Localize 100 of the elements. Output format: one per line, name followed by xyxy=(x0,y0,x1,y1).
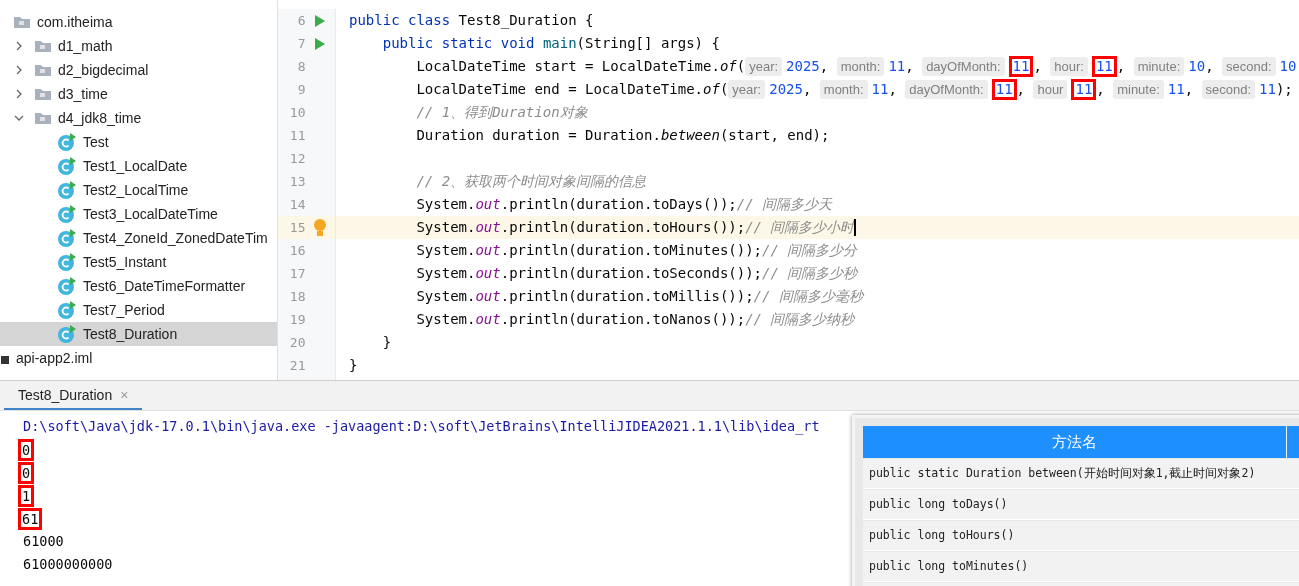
chevron-icon[interactable] xyxy=(14,65,24,75)
code-token: 11 xyxy=(871,80,889,99)
folder-icon xyxy=(13,15,31,29)
parameter-hint: second: xyxy=(1201,79,1256,100)
chevron-icon[interactable] xyxy=(14,113,24,123)
code-token: 10 xyxy=(1188,57,1206,76)
class-icon xyxy=(57,133,77,151)
line-number: 14 xyxy=(288,196,306,214)
line-number: 21 xyxy=(288,357,306,375)
output-line: 61000 xyxy=(23,532,64,552)
code-token: out xyxy=(475,241,501,260)
code-token: out xyxy=(475,264,501,283)
chevron-icon[interactable] xyxy=(14,89,24,99)
class-icon xyxy=(57,301,77,319)
parameter-hint: dayOfMonth: xyxy=(905,79,988,100)
code-token: 11 xyxy=(1008,56,1034,77)
code-token: (start, end); xyxy=(719,126,830,145)
tree-item[interactable]: Test2_LocalTime xyxy=(0,178,277,202)
tree-item[interactable]: d1_math xyxy=(0,34,277,58)
folder-icon xyxy=(34,111,52,125)
code-token: 11 xyxy=(1091,56,1117,77)
chevron-icon[interactable] xyxy=(14,41,24,51)
run-icon[interactable] xyxy=(315,37,326,50)
parameter-hint: minute: xyxy=(1113,79,1164,100)
code-token: , xyxy=(905,57,915,76)
tree-item[interactable]: api-app2.iml xyxy=(0,346,277,370)
parameter-hint: month: xyxy=(819,79,868,100)
code-token: .println(duration.toHours()); xyxy=(500,218,746,237)
code-token: (String[] args) { xyxy=(576,34,720,53)
tree-item[interactable]: com.itheima xyxy=(0,10,277,34)
code-token: System. xyxy=(415,195,476,214)
table-cell-text: public long toMinutes() xyxy=(868,557,1029,575)
tree-item[interactable]: Test3_LocalDateTime xyxy=(0,202,277,226)
line-number: 20 xyxy=(288,334,306,352)
code-token: , xyxy=(1184,80,1195,99)
line-number: 6 xyxy=(296,12,306,30)
code-token: .println(duration.toNanos()); xyxy=(500,310,746,329)
parameter-hint: month: xyxy=(836,56,885,77)
tree-item[interactable]: Test5_Instant xyxy=(0,250,277,274)
code-token: .println(duration.toDays()); xyxy=(500,195,737,214)
line-number: 15 xyxy=(288,219,306,237)
line-number: 16 xyxy=(288,242,306,260)
code-token: 2025 xyxy=(769,80,803,99)
parameter-hint: year: xyxy=(745,56,783,77)
line-number: 17 xyxy=(288,265,306,283)
tree-item[interactable]: Test7_Period xyxy=(0,298,277,322)
code-token: 2025 xyxy=(786,57,820,76)
code-token: } xyxy=(381,333,392,352)
tree-item[interactable]: Test6_DateTimeFormatter xyxy=(0,274,277,298)
code-token: out xyxy=(475,310,501,329)
code-token: LocalDateTime end = LocalDateTime. xyxy=(415,80,703,99)
code-token: System. xyxy=(415,310,476,329)
code-token: between xyxy=(660,126,720,145)
column-header: 方法名 xyxy=(863,426,1287,458)
class-icon xyxy=(57,229,77,247)
output-line: 61000000000 xyxy=(23,555,113,575)
table-cell-text: public long toDays() xyxy=(868,495,1008,513)
tree-item[interactable]: Test1_LocalDate xyxy=(0,154,277,178)
parameter-hint: hour xyxy=(1033,79,1068,100)
class-icon xyxy=(57,181,77,199)
parameter-hint: dayOfMonth: xyxy=(922,56,1005,77)
tree-item[interactable]: d3_time xyxy=(0,82,277,106)
tree-item[interactable]: d4_jdk8_time xyxy=(0,106,277,130)
code-comment: // 2、获取两个时间对象间隔的信息 xyxy=(415,172,647,191)
class-icon xyxy=(57,157,77,175)
code-token: public class xyxy=(349,11,452,30)
tree-item[interactable]: Test8_Duration xyxy=(0,322,277,346)
code-token: 11 xyxy=(1071,79,1097,100)
code-token: , xyxy=(1116,57,1127,76)
tree-item[interactable]: Test4_ZoneId_ZonedDateTim xyxy=(0,226,277,250)
code-token: Test8_Duration { xyxy=(458,11,594,31)
folder-icon xyxy=(34,39,52,53)
code-token: , xyxy=(802,80,813,99)
code-token: main xyxy=(542,34,577,53)
run-icon[interactable] xyxy=(315,14,326,27)
code-comment: // 间隔多少天 xyxy=(736,195,833,214)
code-token: ( xyxy=(719,80,729,99)
code-token: Duration duration = Duration. xyxy=(415,126,661,145)
tree-item[interactable]: Test xyxy=(0,130,277,154)
line-number: 10 xyxy=(288,104,306,122)
line-number: 18 xyxy=(288,288,306,306)
code-token: of xyxy=(703,80,720,99)
command-line: D:\soft\Java\jdk-17.0.1\bin\java.exe -javaagent:D:\soft\JetBrains\IntelliJIDEA2021.1.1\lib\idea_rt xyxy=(23,417,820,437)
code-token: , xyxy=(888,80,898,99)
code-comment: // 间隔多少小时 xyxy=(745,218,855,237)
code-token: , xyxy=(1205,57,1215,76)
code-token: out xyxy=(475,195,501,214)
code-token: System. xyxy=(415,241,476,260)
class-icon xyxy=(57,325,77,343)
code-token: out xyxy=(475,218,501,237)
code-token: .println(duration.toMillis()); xyxy=(500,287,754,306)
line-number: 7 xyxy=(296,35,306,53)
code-token: ( xyxy=(736,57,746,76)
code-comment: // 间隔多少秒 xyxy=(762,264,858,283)
code-token: System. xyxy=(415,287,476,306)
code-token: System. xyxy=(415,218,476,237)
code-token: .println(duration.toMinutes()); xyxy=(500,241,763,260)
table-cell-text: public long toHours() xyxy=(868,526,1015,544)
tree-item[interactable]: d2_bigdecimal xyxy=(0,58,277,82)
line-number: 11 xyxy=(288,127,306,145)
